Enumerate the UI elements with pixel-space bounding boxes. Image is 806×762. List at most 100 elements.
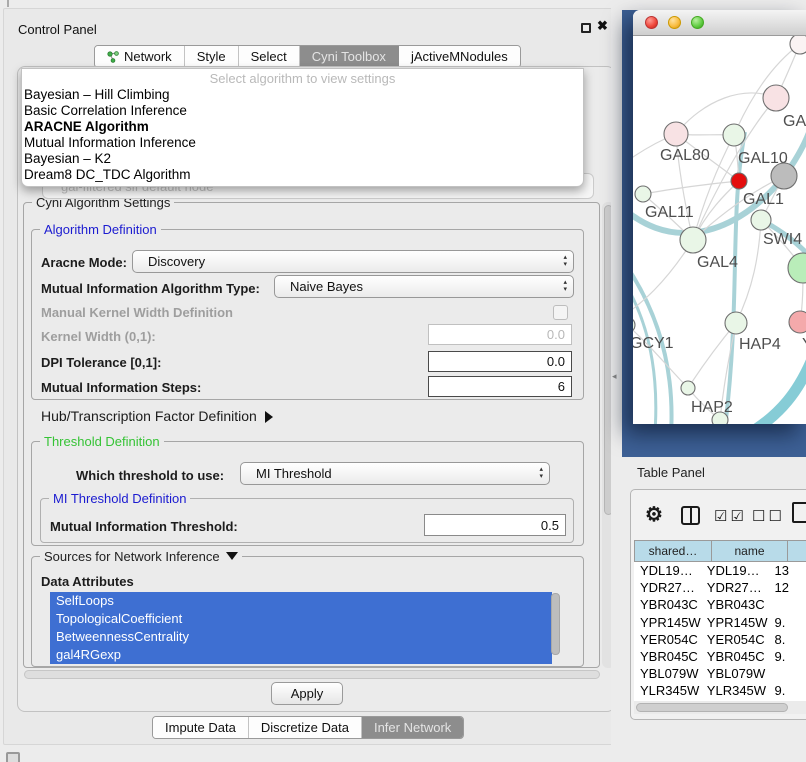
tab-style[interactable]: Style (185, 46, 239, 67)
table-row-ydl19[interactable]: YDL19…YDL19…13 (634, 562, 806, 579)
table-cell[interactable]: 9. (770, 614, 806, 631)
table-row-ybr043c[interactable]: YBR043CYBR043C (634, 596, 806, 613)
node-gal[interactable] (763, 85, 789, 111)
node-hap4[interactable] (725, 312, 747, 334)
table-row-ylr345w[interactable]: YLR345WYLR345W9. (634, 682, 806, 699)
divider-collapse-icon[interactable]: ◂ (612, 371, 617, 382)
node-gal4[interactable] (680, 227, 706, 253)
table-row-ybr045c[interactable]: YBR045CYBR045C9. (634, 648, 806, 665)
node-unlabeled[interactable] (788, 253, 806, 283)
node-swi4[interactable] (751, 210, 771, 230)
manual-kernel-checkbox[interactable] (553, 305, 568, 320)
algorithm-option-dream8-dc-tdc-algorithm[interactable]: Dream8 DC_TDC Algorithm (22, 167, 583, 183)
settings-hscrollbar[interactable] (24, 670, 600, 679)
table-row-ypr145w[interactable]: YPR145WYPR145W9. (634, 614, 806, 631)
node-y[interactable] (789, 311, 806, 333)
attribute-item-gal4rgexp[interactable]: gal4RGexp (50, 646, 552, 664)
network-window-titlebar[interactable] (633, 10, 806, 36)
network-edge[interactable] (736, 220, 761, 323)
network-edge[interactable] (643, 181, 739, 194)
node-gal11[interactable] (635, 186, 651, 202)
attributes-scrollbar-thumb[interactable] (551, 593, 560, 655)
column-header-name[interactable]: name (711, 540, 787, 562)
algorithm-option-basic-correlation-inference[interactable]: Basic Correlation Inference (22, 103, 583, 119)
network-edge[interactable] (737, 352, 806, 424)
table-cell[interactable]: YPR145W (703, 614, 771, 631)
close-light[interactable] (645, 16, 658, 29)
table-cell[interactable] (770, 665, 806, 682)
close-icon[interactable]: ✖ (597, 18, 608, 34)
checked-boxes-icon[interactable]: ☑☑ (714, 507, 747, 525)
table-cell[interactable]: YDL19… (703, 562, 771, 579)
tab-jactivemnodules[interactable]: jActiveMNodules (399, 46, 520, 67)
table-row-ybl079w[interactable]: YBL079WYBL079W (634, 665, 806, 682)
aracne-mode-combo[interactable]: Discovery ▴▾ (132, 250, 574, 273)
table-cell[interactable]: YER054C (703, 631, 771, 648)
kernel-width-field[interactable]: 0.0 (428, 324, 572, 345)
table-cell[interactable]: YBR043C (703, 596, 771, 613)
algorithm-option-aracne-algorithm[interactable]: ARACNE Algorithm (22, 119, 583, 135)
tab-select[interactable]: Select (239, 46, 300, 67)
tab-cyni-toolbox[interactable]: Cyni Toolbox (300, 46, 399, 67)
apply-button[interactable]: Apply (271, 682, 343, 705)
table-cell[interactable]: YER054C (634, 631, 703, 648)
node-unlabeled[interactable] (712, 412, 728, 424)
attribute-item-betweennesscentrality[interactable]: BetweennessCentrality (50, 628, 552, 646)
mi-algorithm-type-combo[interactable]: Naive Bayes ▴▾ (274, 275, 574, 298)
table-cell[interactable]: YDR27… (634, 579, 703, 596)
table-cell[interactable]: YDR27… (703, 579, 771, 596)
column-header-shared[interactable]: shared… (634, 540, 711, 562)
table-cell[interactable]: YBR043C (634, 596, 703, 613)
bottom-tab-impute-data[interactable]: Impute Data (153, 717, 249, 738)
float-icon[interactable] (581, 23, 591, 33)
table-cell[interactable]: YLR345W (634, 682, 703, 699)
node-gal80[interactable] (664, 122, 688, 146)
hub-definition-toggle[interactable]: Hub/Transcription Factor Definition (41, 408, 273, 424)
attribute-item-selfloops[interactable]: SelfLoops (50, 592, 552, 610)
table-cell[interactable]: 12 (770, 579, 806, 596)
table-row-yer054c[interactable]: YER054CYER054C8. (634, 631, 806, 648)
table-cell[interactable]: YPR145W (634, 614, 703, 631)
table-cell[interactable]: YBL079W (634, 665, 703, 682)
node-unlabeled[interactable] (771, 163, 797, 189)
table-hscrollbar-thumb[interactable] (636, 703, 788, 712)
table-cell[interactable] (770, 596, 806, 613)
node-hap2[interactable] (681, 381, 695, 395)
attribute-item-topologicalcoefficient[interactable]: TopologicalCoefficient (50, 610, 552, 628)
table-cell[interactable]: YDL19… (634, 562, 703, 579)
which-threshold-combo[interactable]: MI Threshold ▴▾ (240, 462, 550, 485)
bottom-tab-discretize-data[interactable]: Discretize Data (249, 717, 362, 738)
network-edge[interactable] (633, 240, 693, 316)
bottom-tab-infer-network[interactable]: Infer Network (362, 717, 463, 738)
unchecked-boxes-icon[interactable]: ☐☐ (752, 507, 785, 525)
mi-threshold-field[interactable]: 0.5 (424, 514, 566, 536)
network-edge[interactable] (633, 280, 656, 424)
table-cell[interactable]: YBR045C (703, 648, 771, 665)
algorithm-option-mutual-information-inference[interactable]: Mutual Information Inference (22, 135, 583, 151)
node-gal1[interactable] (731, 173, 747, 189)
table-cell[interactable]: YBL079W (703, 665, 771, 682)
zoom-light[interactable] (691, 16, 704, 29)
sources-toggle[interactable]: Sources for Network Inference (40, 549, 242, 564)
table-cell[interactable]: 9. (770, 682, 806, 699)
tab-network[interactable]: Network (95, 46, 185, 67)
docked-panel-icon[interactable] (6, 752, 20, 762)
gear-icon[interactable]: ⚙ (645, 502, 663, 527)
table-cell[interactable]: 8. (770, 631, 806, 648)
minimize-light[interactable] (668, 16, 681, 29)
node-unlabeled[interactable] (790, 36, 806, 54)
table-cell[interactable]: YLR345W (703, 682, 771, 699)
algorithm-option-bayesian-k2[interactable]: Bayesian – K2 (22, 151, 583, 167)
mi-steps-field[interactable]: 6 (428, 376, 572, 397)
dpi-tolerance-field[interactable]: 0.0 (428, 351, 572, 372)
network-graph[interactable]: GALGAL80GAL10GAL1GAL11SWI4GAL4GCY1HAP4YH… (633, 36, 806, 424)
split-columns-icon[interactable] (681, 506, 700, 525)
table-cell[interactable]: 9. (770, 648, 806, 665)
table-cell[interactable]: YBR045C (634, 648, 703, 665)
node-gal10[interactable] (723, 124, 745, 146)
column-header-2[interactable] (787, 540, 806, 562)
table-row-ydr27[interactable]: YDR27…YDR27…12 (634, 579, 806, 596)
table-cell[interactable]: 13 (770, 562, 806, 579)
page-icon[interactable] (792, 502, 806, 523)
algorithm-option-bayesian-hill-climbing[interactable]: Bayesian – Hill Climbing (22, 87, 583, 103)
